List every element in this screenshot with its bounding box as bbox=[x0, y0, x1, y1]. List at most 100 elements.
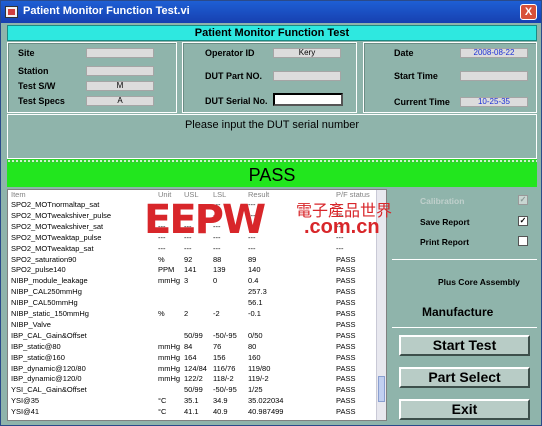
cell-lsl: -2 bbox=[213, 309, 220, 318]
cell-pf-status: PASS bbox=[336, 265, 356, 275]
cell-item: IBP_CAL_Gain&Offset bbox=[11, 330, 87, 340]
cell-unit: mmHg bbox=[158, 374, 181, 384]
cell-item: SPO2_pulse140 bbox=[11, 265, 66, 275]
save-report-option: Save Report ✓ bbox=[420, 216, 528, 227]
mode-label: Manufacture bbox=[422, 305, 494, 319]
cell-lsl: 40.9 bbox=[213, 407, 228, 417]
save-report-checkbox[interactable]: ✓ bbox=[518, 216, 528, 226]
cell-pf-status: PASS bbox=[336, 396, 356, 406]
table-row: NIBP_CAL250mmHg 257.3 PASS bbox=[8, 287, 378, 297]
table-row: YSI@35 °C 35.1 34.9 35.022034 PASS bbox=[8, 396, 378, 406]
date-label: Date bbox=[394, 48, 414, 58]
cell-result: 89 bbox=[248, 254, 257, 264]
cell-item: YSI@41 bbox=[11, 407, 40, 417]
test-specs-label: Test Specs bbox=[18, 96, 65, 106]
cell-usl: 50/99 bbox=[184, 330, 203, 340]
cell-unit: °C bbox=[158, 407, 167, 417]
cell-usl: 164 bbox=[184, 352, 197, 362]
table-row: YSI@41 °C 41.1 40.9 40.987499 PASS bbox=[8, 407, 378, 417]
calibration-label: Calibration bbox=[420, 196, 465, 206]
table-row: NIBP_static_150mmHg% 2 -2 -0.1 PASS bbox=[8, 309, 378, 319]
cell-item: IBP_dynamic@120/80 bbox=[11, 363, 86, 373]
print-report-checkbox[interactable] bbox=[518, 236, 528, 246]
cell-unit: --- bbox=[158, 243, 166, 253]
side-panel: Calibration ✓ Save Report ✓ Print Report… bbox=[392, 189, 537, 421]
cell-lsl: 88 bbox=[213, 254, 222, 264]
cell-usl: 35.1 bbox=[184, 396, 199, 406]
table-row: IBP_CAL_Gain&Offset 50/99 -50/-95 0/50 PASS bbox=[8, 331, 378, 341]
window-title: Patient Monitor Function Test.vi bbox=[23, 5, 190, 17]
title-bar[interactable]: Patient Monitor Function Test.vi X bbox=[1, 1, 541, 23]
close-button[interactable]: X bbox=[520, 4, 537, 20]
current-time-label: Current Time bbox=[394, 97, 450, 107]
site-label: Site bbox=[18, 48, 35, 58]
cell-result: 160 bbox=[248, 352, 261, 362]
cell-result: 0/50 bbox=[248, 330, 263, 340]
cell-result: -0.1 bbox=[248, 309, 261, 318]
dut-info-group: Operator ID Kery DUT Part NO. DUT Serial… bbox=[182, 42, 357, 113]
exit-button[interactable]: Exit bbox=[399, 399, 530, 420]
cell-item: YSI_CAL_Gain&Offset bbox=[11, 385, 87, 395]
cell-usl: --- bbox=[184, 243, 192, 253]
save-report-label: Save Report bbox=[420, 217, 470, 227]
dut-serial-no-input[interactable] bbox=[273, 93, 343, 106]
cell-unit: °C bbox=[158, 396, 167, 406]
cell-result: 35.022034 bbox=[248, 396, 284, 406]
cell-usl: 141 bbox=[184, 265, 197, 275]
cell-usl: 124/84 bbox=[184, 363, 207, 373]
cell-pf-status: PASS bbox=[336, 407, 356, 417]
cell-result: --- bbox=[248, 243, 256, 253]
scrollbar-thumb[interactable] bbox=[378, 376, 385, 402]
table-row: IBP_static@80 mmHg 84 76 80 PASS bbox=[8, 342, 378, 352]
cell-item: NIBP_module_leakage bbox=[11, 276, 88, 286]
cell-unit: mmHg bbox=[158, 341, 181, 351]
cell-usl: 84 bbox=[184, 341, 193, 351]
cell-pf-status: PASS bbox=[336, 309, 356, 318]
cell-pf-status: PASS bbox=[336, 363, 356, 373]
cell-usl: 92 bbox=[184, 254, 193, 264]
dut-serial-no-label: DUT Serial No. bbox=[205, 96, 268, 106]
cell-item: SPO2_MOTweakshiver_sat bbox=[11, 221, 104, 231]
cell-unit: mmHg bbox=[158, 352, 181, 362]
date-field: 2008-08-22 bbox=[460, 48, 528, 58]
cell-item: IBP_dynamic@120/0 bbox=[11, 374, 82, 384]
cell-pf-status: PASS bbox=[336, 298, 356, 308]
cell-unit: mmHg bbox=[158, 363, 181, 373]
cell-usl: 41.1 bbox=[184, 407, 199, 417]
header-item: Item bbox=[11, 190, 26, 199]
cell-lsl: 76 bbox=[213, 341, 222, 351]
divider bbox=[392, 259, 537, 260]
cell-usl: 50/99 bbox=[184, 385, 203, 395]
page-banner: Patient Monitor Function Test bbox=[7, 25, 537, 41]
table-row: IBP_dynamic@120/0 mmHg 122/2 118/-2 119/-2 PA… bbox=[8, 374, 378, 384]
start-test-button[interactable]: Start Test bbox=[399, 335, 530, 356]
table-row: SPO2_saturation90% 92 88 89 PASS bbox=[8, 255, 378, 265]
cell-pf-status: PASS bbox=[336, 352, 356, 362]
cell-lsl: 0 bbox=[213, 276, 218, 286]
cell-item: SPO2_MOTweakshiver_pulse bbox=[11, 210, 112, 220]
cell-result: 1/25 bbox=[248, 385, 263, 395]
current-time-field: 10-25-35 bbox=[460, 97, 528, 107]
cell-pf-status: PASS bbox=[336, 254, 356, 264]
cell-result: 257.3 bbox=[248, 287, 267, 297]
cell-pf-status: PASS bbox=[336, 276, 356, 286]
part-select-button[interactable]: Part Select bbox=[399, 367, 530, 388]
table-row: IBP_dynamic@120/80 mmHg 124/84 116/76 119/80… bbox=[8, 364, 378, 374]
print-report-option: Print Report bbox=[420, 236, 528, 247]
cell-item: NIBP_CAL250mmHg bbox=[11, 287, 82, 297]
start-time-field bbox=[460, 71, 528, 81]
table-row: YSI_CAL_Gain&Offset 50/99 -50/-95 1/25 PASS bbox=[8, 385, 378, 395]
start-time-label: Start Time bbox=[394, 71, 438, 81]
cell-result: 56.1 bbox=[248, 298, 263, 308]
calibration-checkbox[interactable]: ✓ bbox=[518, 195, 528, 205]
station-field bbox=[86, 66, 154, 76]
station-info-group: Site Station Test S/W M Test Specs A bbox=[7, 42, 177, 113]
dut-part-no-field bbox=[273, 71, 341, 81]
table-row: SPO2_MOTweaktap_sat --- --- --- --- --- bbox=[8, 244, 378, 254]
cell-item: IBP_static@80 bbox=[11, 341, 61, 351]
test-specs-field: A bbox=[86, 96, 154, 106]
dut-part-no-label: DUT Part NO. bbox=[205, 71, 263, 81]
cell-item: IBP_static@160 bbox=[11, 352, 65, 362]
cell-pf-status: PASS bbox=[336, 374, 356, 384]
cell-item: NIBP_CAL50mmHg bbox=[11, 298, 78, 308]
